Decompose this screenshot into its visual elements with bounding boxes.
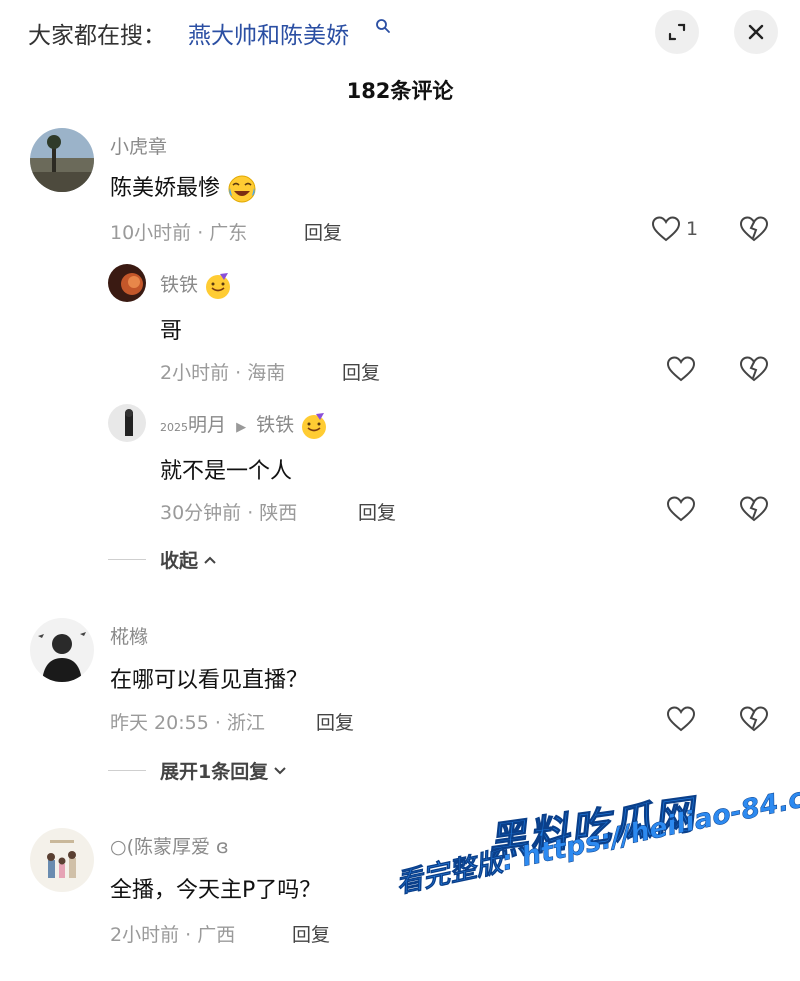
avatar[interactable] (108, 264, 146, 302)
reply-to-name[interactable]: 铁铁 (256, 414, 294, 436)
comment-time-location: 2小时前 · 广西 (110, 924, 236, 946)
comment-text: 全播，今天主P了吗？ (110, 878, 322, 903)
reply-author[interactable]: 2025明月 ▶ 铁铁 (160, 410, 328, 440)
search-icon[interactable] (375, 18, 391, 34)
thread-divider (108, 559, 146, 560)
expand-replies-button[interactable]: 展开1条回复 (108, 757, 288, 784)
comment-time-location: 昨天 20:55 · 浙江 (110, 712, 265, 734)
comment-time-location: 10小时前 · 广东 (110, 222, 248, 244)
party-face-emoji-icon (302, 412, 327, 439)
chevron-down-icon (274, 766, 286, 774)
heart-icon (652, 216, 680, 242)
comment-text-content: 陈美娇最惨 (110, 176, 221, 201)
heart-icon[interactable] (667, 706, 695, 732)
top-search-bar: 大家都在搜： 燕大帅和陈美娇 (0, 0, 800, 64)
reply-text: 就不是一个人 (160, 459, 293, 484)
reply-arrow-icon: ▶ (236, 420, 247, 435)
decoration-bracket-icon: ○( (110, 836, 134, 858)
comment-count-title: 182条评论 (346, 79, 454, 103)
comment-author[interactable]: 小虎章 (110, 132, 167, 159)
reply-button[interactable]: 回复 (342, 358, 380, 385)
dislike-broken-heart-icon[interactable] (740, 706, 768, 732)
reply-time-location: 30分钟前 · 陕西 (160, 502, 298, 524)
dislike-broken-heart-icon[interactable] (740, 356, 768, 382)
laughing-crying-emoji-icon (228, 175, 256, 203)
avatar[interactable] (30, 128, 94, 192)
name-badge: 2025 (160, 421, 188, 434)
decoration-mark-icon: ɞ (210, 836, 229, 858)
reply-author[interactable]: 铁铁 (160, 270, 232, 300)
collapse-replies-button[interactable]: 收起 (108, 546, 218, 573)
dislike-broken-heart-icon[interactable] (740, 496, 768, 522)
watermark-url: 看完整版: https://heiliao-84.com (393, 773, 800, 900)
avatar[interactable] (108, 404, 146, 442)
reply-button[interactable]: 回复 (358, 498, 396, 525)
close-icon (748, 24, 764, 40)
comment-author[interactable]: 椛橼 (110, 622, 148, 649)
comment-text: 陈美娇最惨 (110, 170, 257, 204)
expand-icon (668, 23, 686, 41)
avatar[interactable] (30, 618, 94, 682)
reply-author-name[interactable]: 明月 (188, 414, 226, 436)
dislike-broken-heart-icon[interactable] (740, 216, 768, 242)
party-face-emoji-icon (206, 272, 231, 299)
chevron-up-icon (204, 556, 216, 564)
heart-icon[interactable] (667, 496, 695, 522)
reply-time-location: 2小时前 · 海南 (160, 362, 286, 384)
comment-author[interactable]: ○(陈蒙厚爱 ɞ (110, 832, 229, 859)
heart-icon[interactable] (667, 356, 695, 382)
comment-author-name[interactable]: 陈蒙厚爱 (134, 836, 210, 858)
reply-text: 哥 (160, 319, 183, 344)
thread-divider (108, 770, 146, 771)
like-count: 1 (686, 218, 699, 240)
expand-label: 展开1条回复 (160, 761, 269, 783)
expand-button[interactable] (655, 10, 699, 54)
search-prefix: 大家都在搜： (28, 23, 166, 49)
close-button[interactable] (734, 10, 778, 54)
like-button[interactable]: 1 (652, 216, 698, 242)
reply-button[interactable]: 回复 (316, 708, 354, 735)
reply-author-name[interactable]: 铁铁 (160, 274, 198, 296)
reply-button[interactable]: 回复 (292, 920, 330, 947)
comment-text: 在哪可以看见直播？ (110, 668, 309, 693)
search-suggestion-link[interactable]: 燕大帅和陈美娇 (188, 16, 349, 50)
reply-button[interactable]: 回复 (304, 218, 342, 245)
collapse-label: 收起 (160, 550, 199, 572)
avatar[interactable] (30, 828, 94, 892)
